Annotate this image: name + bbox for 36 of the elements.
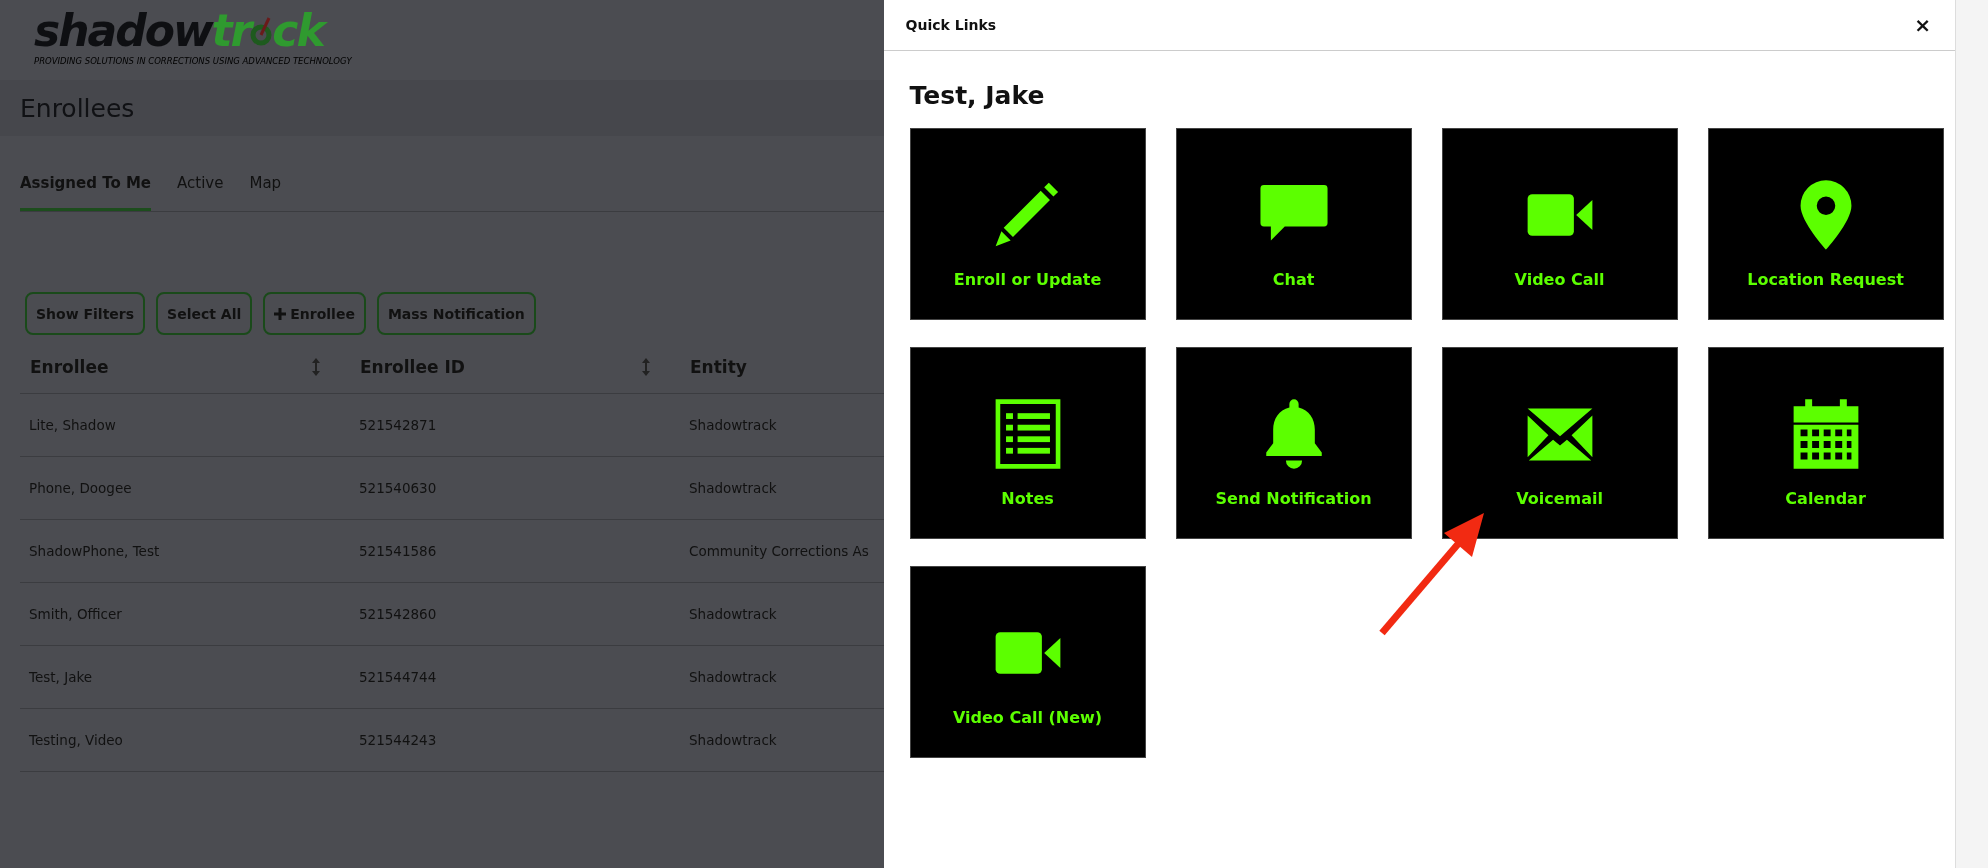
logo-tagline: PROVIDING SOLUTIONS IN CORRECTIONS USING ADVANCED TECHNOLOGY <box>34 56 353 66</box>
table-cell-text: Testing, Video <box>28 732 124 748</box>
sort-icon[interactable] <box>312 358 320 376</box>
table-cell-text: Lite, Shadow <box>28 417 117 433</box>
table-cell-text: 521540630 <box>358 480 438 496</box>
quick-link-tile[interactable]: Location Request <box>1707 128 1944 320</box>
quick-link-tile[interactable]: Notes <box>909 347 1146 539</box>
table-cell-text: Community Corrections As <box>688 543 870 559</box>
table-cell-text: Shadowtrack <box>688 417 778 433</box>
quick-link-tile[interactable]: Enroll or Update <box>909 128 1146 320</box>
table-cell-text: Test, Jake <box>28 669 94 685</box>
quick-link-tile[interactable]: Video Call (New) <box>909 566 1146 758</box>
table-cell-text: 521542871 <box>358 417 438 433</box>
table-cell-text: 521541586 <box>358 543 438 559</box>
table-cell-text: Shadowtrack <box>688 732 778 748</box>
quick-link-tile[interactable]: Video Call <box>1441 128 1678 320</box>
close-button[interactable]: × <box>1914 13 1931 37</box>
panel-title: Quick Links <box>905 17 997 33</box>
table-cell-text: ShadowPhone, Test <box>28 543 161 559</box>
quick-link-tile[interactable]: Send Notification <box>1175 347 1412 539</box>
plus-icon <box>274 307 287 320</box>
table-cell-text: Smith, Officer <box>28 606 123 622</box>
quick-link-tile[interactable]: Voicemail <box>1441 347 1678 539</box>
table-cell-text: 521542860 <box>358 606 438 622</box>
table-cell-text: Shadowtrack <box>688 669 778 685</box>
table-cell-text: 521544744 <box>358 669 438 685</box>
table-cell-text: Phone, Doogee <box>28 480 133 496</box>
enrollee-name: Test, Jake <box>909 81 1046 110</box>
table-cell-text: 521544243 <box>358 732 438 748</box>
sort-icon[interactable] <box>642 358 650 376</box>
logo-word: shadow <box>34 8 212 54</box>
quick-link-tile[interactable]: Calendar <box>1707 347 1944 539</box>
table-cell-text: Shadowtrack <box>688 480 778 496</box>
table-cell-text: Shadowtrack <box>688 606 778 622</box>
quick-link-tile[interactable]: Chat <box>1175 128 1412 320</box>
page-title: Enrollees <box>20 93 135 123</box>
